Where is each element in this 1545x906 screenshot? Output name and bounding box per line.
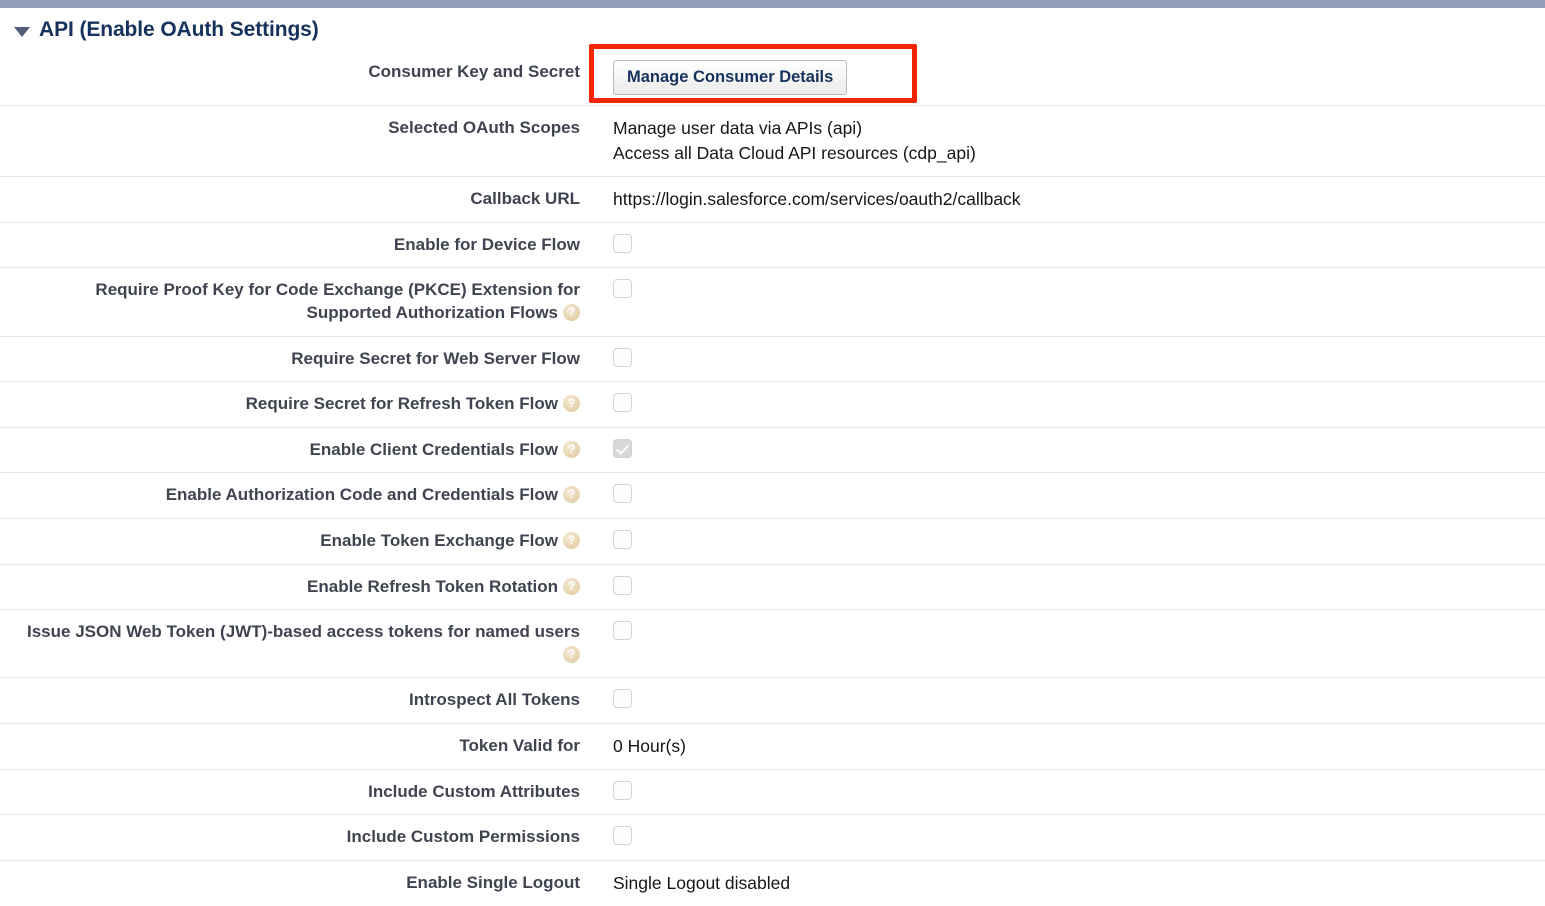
row-value-cell (580, 382, 1545, 422)
checkbox[interactable] (613, 438, 632, 458)
row-label: Selected OAuth Scopes (388, 118, 580, 138)
checkbox[interactable] (613, 621, 632, 641)
row-value-text: Single Logout disabled (613, 873, 791, 894)
row-value-cell (580, 268, 1545, 308)
row-label-cell: Include Custom Attributes (0, 770, 580, 815)
row-label-cell: Introspect All Tokens (0, 678, 580, 723)
row-label-cell: Enable Single Logout (0, 861, 580, 906)
checkbox[interactable] (613, 575, 632, 595)
settings-row: Require Proof Key for Code Exchange (PKC… (0, 267, 1545, 335)
row-label: Require Secret for Refresh Token Flow (245, 394, 558, 414)
row-label: Require Proof Key for Code Exchange (PKC… (95, 280, 580, 322)
checkbox[interactable] (613, 826, 632, 846)
row-label: Issue JSON Web Token (JWT)-based access … (27, 622, 580, 642)
settings-row: Enable Client Credentials Flow (0, 426, 1545, 473)
settings-row: Token Valid for 0 Hour(s) (0, 722, 1545, 769)
row-value-cell (580, 223, 1545, 263)
settings-row: Introspect All Tokens (0, 677, 1545, 723)
help-icon[interactable] (563, 531, 580, 549)
settings-row: Enable Single Logout Single Logout disabl… (0, 860, 1545, 906)
checkbox[interactable] (613, 279, 632, 299)
settings-row: Require Secret for Refresh Token Flow (0, 381, 1545, 427)
row-value-text: https://login.salesforce.com/services/oa… (613, 188, 1021, 209)
settings-row: Consumer Key and Secret Manage Consumer D… (0, 50, 1545, 105)
settings-row: Enable Authorization Code and Credential… (0, 472, 1545, 518)
row-value-cell: https://login.salesforce.com/services/oa… (580, 177, 1545, 222)
row-value-cell (580, 565, 1545, 605)
checkbox[interactable] (613, 689, 632, 709)
row-value-cell: Single Logout disabled (580, 861, 1545, 906)
oauth-scope-line: Manage user data via APIs (api) (613, 118, 863, 139)
help-icon[interactable] (563, 440, 580, 458)
row-label: Enable Single Logout (406, 873, 580, 893)
checkbox[interactable] (613, 393, 632, 413)
row-label: Enable for Device Flow (393, 234, 580, 254)
checkbox[interactable] (613, 233, 632, 253)
row-label-cell: Include Custom Permissions (0, 815, 580, 860)
row-value-cell (580, 473, 1545, 513)
row-label: Token Valid for (459, 735, 580, 755)
row-label-cell: Enable Token Exchange Flow (0, 519, 580, 564)
row-value-cell: Manage user data via APIs (api) Access al… (580, 106, 1545, 176)
row-label-cell: Require Secret for Refresh Token Flow (0, 382, 580, 427)
row-label: Enable Client Credentials Flow (309, 439, 558, 459)
row-label: Enable Authorization Code and Credential… (165, 485, 558, 505)
row-label-cell: Issue JSON Web Token (JWT)-based access … (0, 610, 580, 677)
settings-row: Enable Token Exchange Flow (0, 517, 1545, 564)
settings-row: Callback URL https://login.salesforce.com… (0, 175, 1545, 222)
row-value-cell (580, 519, 1545, 559)
row-label-cell: Token Valid for (0, 724, 580, 769)
help-icon[interactable] (563, 395, 580, 413)
oauth-scope-line: Access all Data Cloud API resources (cdp… (613, 142, 976, 163)
row-label: Include Custom Attributes (368, 781, 580, 801)
row-label-cell: Require Proof Key for Code Exchange (PKC… (0, 268, 580, 335)
row-value-cell (580, 770, 1545, 810)
settings-row: Include Custom Permissions (0, 814, 1545, 860)
settings-row: Issue JSON Web Token (JWT)-based access … (0, 609, 1545, 677)
checkbox[interactable] (613, 529, 632, 549)
triangle-down-icon[interactable] (14, 26, 30, 37)
top-accent-bar (0, 0, 1545, 8)
row-label-cell: Consumer Key and Secret (0, 50, 580, 95)
page-title: API (Enable OAuth Settings) (39, 18, 319, 41)
settings-row: Require Secret for Web Server Flow (0, 335, 1545, 382)
checkbox[interactable] (613, 780, 632, 800)
row-value-cell: 0 Hour(s) (580, 724, 1545, 769)
row-label-cell: Selected OAuth Scopes (0, 106, 580, 151)
row-value-cell (580, 610, 1545, 650)
checkbox[interactable] (613, 347, 632, 367)
row-label: Callback URL (470, 188, 580, 208)
row-label-cell: Callback URL (0, 177, 580, 222)
checkbox[interactable] (613, 484, 632, 504)
row-label: Enable Refresh Token Rotation (307, 576, 558, 596)
settings-row: Selected OAuth Scopes Manage user data vi… (0, 105, 1545, 176)
row-label-cell: Enable for Device Flow (0, 223, 580, 268)
api-section-header[interactable]: API (Enable OAuth Settings) (0, 8, 1545, 50)
row-label-cell: Require Secret for Web Server Flow (0, 337, 580, 382)
row-value-cell (580, 678, 1545, 718)
row-value-cell: Manage Consumer Details (580, 50, 1545, 105)
button-wrapper: Manage Consumer Details (613, 60, 848, 96)
settings-row: Include Custom Attributes (0, 768, 1545, 815)
row-label-cell: Enable Authorization Code and Credential… (0, 473, 580, 518)
oauth-settings-rows: Consumer Key and Secret Manage Consumer D… (0, 50, 1545, 906)
help-icon[interactable] (563, 303, 580, 321)
help-icon[interactable] (563, 577, 580, 595)
row-label: Include Custom Permissions (346, 827, 580, 847)
help-icon[interactable] (563, 486, 580, 504)
row-value-cell (580, 815, 1545, 855)
row-value-cell (580, 428, 1545, 468)
row-label: Require Secret for Web Server Flow (291, 348, 580, 368)
row-label-cell: Enable Refresh Token Rotation (0, 565, 580, 610)
help-icon[interactable] (563, 645, 580, 663)
row-label: Enable Token Exchange Flow (320, 530, 558, 550)
row-value-text: 0 Hour(s) (613, 735, 686, 756)
row-label: Consumer Key and Secret (368, 62, 580, 81)
settings-row: Enable Refresh Token Rotation (0, 563, 1545, 610)
row-value-cell (580, 337, 1545, 377)
settings-row: Enable for Device Flow (0, 221, 1545, 268)
row-label-cell: Enable Client Credentials Flow (0, 428, 580, 473)
manage-consumer-details-button[interactable]: Manage Consumer Details (613, 60, 848, 96)
row-label: Introspect All Tokens (409, 690, 580, 710)
